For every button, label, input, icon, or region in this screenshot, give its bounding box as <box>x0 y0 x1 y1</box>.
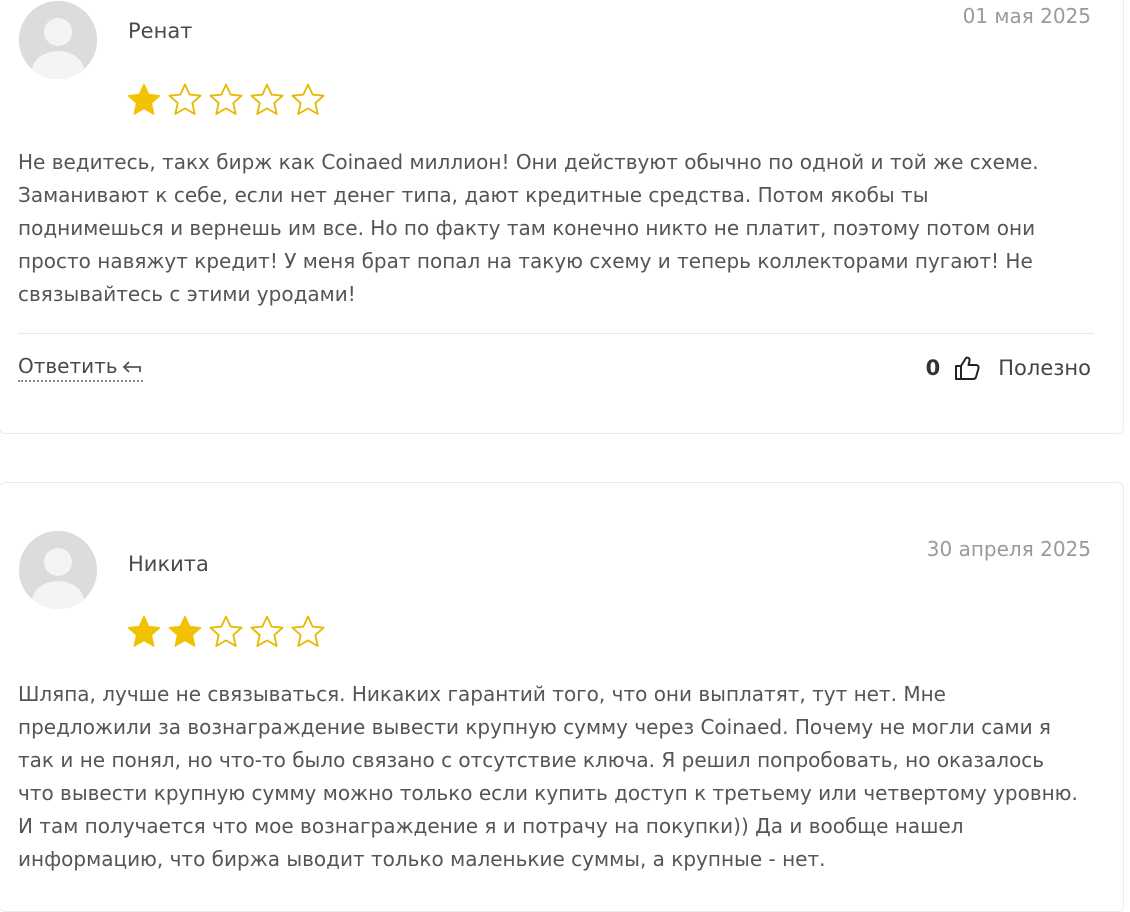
star-outline-icon <box>250 83 284 115</box>
reply-arrow-icon <box>122 361 141 373</box>
helpful-count: 0 <box>925 356 941 380</box>
star-filled-icon <box>168 615 202 647</box>
star-outline-icon <box>209 615 243 647</box>
star-filled-icon <box>127 83 161 115</box>
helpful-button[interactable]: Полезно <box>998 356 1091 380</box>
star-outline-icon <box>250 615 284 647</box>
avatar <box>19 531 97 609</box>
avatar <box>19 1 97 79</box>
avatar-placeholder-icon <box>19 1 97 79</box>
review-date: 01 мая 2025 <box>962 4 1091 28</box>
helpful-widget: 0 Полезно <box>926 355 1091 381</box>
review-text: Не ведитесь, такх бирж как Coinaed милли… <box>18 150 1039 306</box>
thumbs-up-icon[interactable] <box>954 355 980 381</box>
review-date: 30 апреля 2025 <box>926 537 1091 561</box>
reply-label: Ответить <box>18 354 118 378</box>
star-outline-icon <box>291 615 325 647</box>
star-filled-icon <box>127 615 161 647</box>
review-card: Никита 30 апреля 2025 Шляпа, лучше не св… <box>0 482 1124 912</box>
star-outline-icon <box>291 83 325 115</box>
review-text: Шляпа, лучше не связываться. Никаких гар… <box>18 682 1078 871</box>
rating-stars <box>126 82 326 118</box>
avatar-placeholder-icon <box>19 531 97 609</box>
review-card: Ренат 01 мая 2025 Не ведитесь, такх бирж… <box>0 0 1124 434</box>
divider <box>18 333 1094 334</box>
star-outline-icon <box>209 83 243 115</box>
rating-stars <box>126 614 326 650</box>
review-author: Никита <box>128 552 209 576</box>
review-author: Ренат <box>128 19 193 43</box>
star-outline-icon <box>168 83 202 115</box>
reply-button[interactable]: Ответить <box>18 354 143 382</box>
